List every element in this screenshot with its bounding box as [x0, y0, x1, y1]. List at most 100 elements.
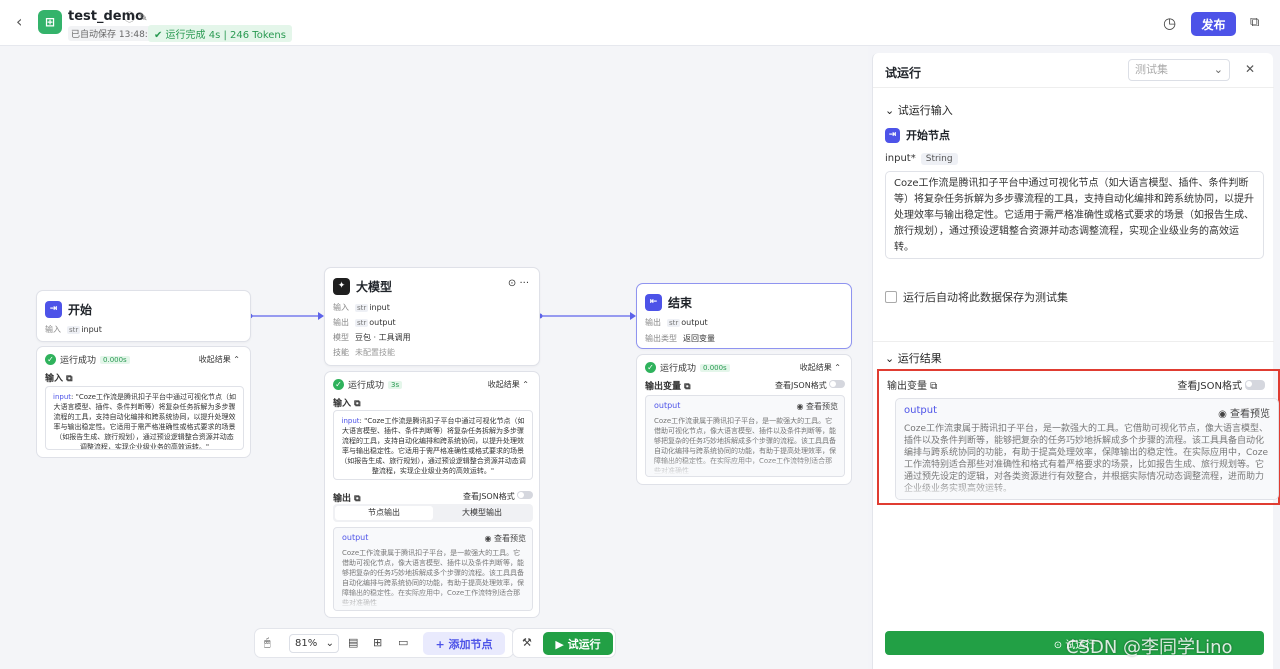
output-name: output: [654, 401, 681, 410]
minimap-icon[interactable]: ▭: [398, 636, 408, 649]
fade-overlay: [896, 481, 1278, 499]
canvas-toolbar: 🖱 81% ⌄ ▤ ⊞ ▭ + 添加节点: [254, 628, 514, 658]
test-run-button[interactable]: ▶ 试运行: [543, 632, 613, 655]
debug-icon[interactable]: ⚒: [522, 636, 532, 649]
checkbox[interactable]: [885, 291, 897, 303]
output-name: output: [342, 533, 369, 542]
input-label: 输入 ⧉: [333, 399, 361, 409]
start-result-card: ✓ 运行成功 0.000s 收起结果 ⌃ 输入 ⧉ input: "Coze工作流是…: [36, 346, 251, 458]
type-tag: str: [355, 319, 369, 327]
success-icon: ✓: [45, 354, 56, 365]
llm-result-card: ✓ 运行成功 3s 收起结果 ⌃ 输入 ⧉ input: "Coze工作流是腾讯扣子…: [324, 371, 540, 618]
divider: [873, 87, 1274, 88]
json-toggle[interactable]: [1245, 380, 1265, 390]
time-tag: 0.000s: [100, 355, 130, 364]
start-node-title: 开始: [68, 302, 93, 317]
json-toggle-label: 查看JSON格式: [463, 492, 515, 501]
grid-icon[interactable]: ⊞: [373, 636, 382, 649]
zoom-select[interactable]: 81% ⌄: [289, 634, 339, 653]
workflow-canvas[interactable]: ⇥ 开始 输入 str input ✓ 运行成功 0.000s 收起结果 ⌃ 输入 ⧉ i…: [0, 46, 868, 669]
run-toolbar: ⚒ ▶ 试运行: [512, 628, 616, 658]
history-icon[interactable]: ◷: [1163, 14, 1176, 32]
success-icon: ✓: [333, 379, 344, 390]
divider: [873, 341, 1274, 342]
run-status: 运行成功: [660, 364, 697, 374]
type-tag: str: [355, 304, 369, 312]
collapse-result-button[interactable]: 收起结果 ⌃: [199, 354, 240, 365]
input-value: : "Coze工作流是腾讯扣子平台中通过可视化节点（如大语言模型、插件、条件判断…: [340, 417, 526, 475]
preview-button[interactable]: ◉ 查看预览: [484, 533, 526, 544]
highlighted-result: 输出变量 ⧉ 查看JSON格式 output ◉ 查看预览 Coze工作流隶属于…: [877, 369, 1280, 505]
start-input-label: 输入: [45, 325, 61, 334]
preview-button[interactable]: ◉ 查看预览: [1218, 405, 1270, 420]
watermark: CSDN @李同学Lino: [1066, 637, 1233, 658]
end-node[interactable]: ⇤ 结束 输出 str output 输出类型 返回变量: [636, 283, 852, 349]
close-icon[interactable]: ✕: [1245, 62, 1255, 76]
end-output-label: 输出: [645, 318, 661, 327]
input-value: : "Coze工作流是腾讯扣子平台中通过可视化节点（如大语言模型、插件、条件判断…: [53, 393, 236, 450]
run-status: 运行成功: [60, 356, 97, 366]
end-type-label: 输出类型: [645, 334, 677, 343]
collapse-result-button[interactable]: 收起结果 ⌃: [488, 379, 529, 390]
start-node[interactable]: ⇥ 开始 输入 str input: [36, 290, 251, 342]
time-tag: 0.000s: [700, 363, 730, 372]
copy-icon[interactable]: ⧉: [1250, 15, 1259, 30]
select-placeholder: 测试集: [1135, 63, 1168, 76]
type-tag: String: [920, 153, 958, 165]
run-status: 运行成功: [348, 381, 385, 391]
input-section-toggle[interactable]: ⌄ 试运行输入: [885, 102, 953, 118]
type-tag: str: [67, 326, 81, 334]
workflow-app-icon: ⊞: [38, 10, 62, 34]
llm-output-box: output ◉ 查看预览 Coze工作流隶属于腾讯扣子平台，是一款强大的工具。…: [333, 527, 533, 611]
comment-icon[interactable]: ▤: [348, 636, 358, 649]
publish-button[interactable]: 发布: [1191, 12, 1236, 36]
tab-model-output[interactable]: 大模型输出: [433, 506, 531, 520]
collapse-result-button[interactable]: 收起结果 ⌃: [800, 362, 841, 373]
input-key: input: [341, 417, 360, 425]
llm-input-name: input: [369, 303, 390, 312]
test-run-panel: 试运行 测试集 ⌄ ✕ ⌄ 试运行输入 ⇥ 开始节点 input* String Co…: [872, 53, 1280, 669]
llm-node-title: 大模型: [356, 279, 393, 294]
start-node-title: 开始节点: [906, 129, 950, 142]
run-status-badge: ✔ 运行完成 4s | 246 Tokens: [148, 25, 292, 42]
time-tag: 3s: [388, 380, 403, 389]
input-field-label: input* String: [885, 153, 958, 165]
llm-node-icon: ✦: [333, 277, 350, 295]
checkbox-label: 运行后自动将此数据保存为测试集: [903, 291, 1068, 304]
json-toggle-label: 查看JSON格式: [1177, 381, 1242, 392]
end-output-box: output ◉ 查看预览 Coze工作流隶属于腾讯扣子平台，是一款强大的工具。…: [645, 395, 845, 477]
llm-output-name: output: [369, 318, 396, 327]
input-name: input*: [885, 153, 916, 164]
node-actions-icon[interactable]: ⊙ ···: [508, 278, 529, 289]
result-section-toggle[interactable]: ⌄ 运行结果: [885, 350, 942, 366]
llm-node[interactable]: ✦ 大模型 ⊙ ··· 输入 str input 输出 str output 模型 豆包 ·…: [324, 267, 540, 366]
mouse-mode-icon[interactable]: 🖱: [264, 636, 271, 650]
zoom-value: 81%: [295, 638, 318, 649]
end-node-title: 结束: [668, 295, 693, 310]
back-icon[interactable]: ‹: [16, 12, 22, 31]
json-toggle[interactable]: [829, 380, 845, 388]
llm-output-label: 输出: [333, 318, 349, 327]
save-testset-checkbox[interactable]: 运行后自动将此数据保存为测试集: [885, 289, 1068, 305]
json-toggle-label: 查看JSON格式: [775, 381, 827, 390]
llm-skill-value: 未配置技能: [355, 348, 395, 357]
llm-model-value: 豆包 · 工具调用: [355, 333, 411, 342]
start-node-header: ⇥ 开始节点: [885, 127, 950, 143]
test-set-select[interactable]: 测试集 ⌄: [1128, 59, 1230, 81]
chevron-down-icon: ⌄: [325, 638, 334, 649]
llm-model-label: 模型: [333, 333, 349, 342]
end-output-name: output: [681, 318, 708, 327]
start-input-text: input: "Coze工作流是腾讯扣子平台中通过可视化节点（如大语言模型、插件…: [45, 386, 244, 450]
output-variable-label: 输出变量 ⧉: [887, 381, 938, 392]
preview-button[interactable]: ◉ 查看预览: [796, 401, 838, 412]
json-toggle[interactable]: [517, 491, 533, 499]
tab-node-output[interactable]: 节点输出: [335, 506, 433, 520]
input-key: input: [53, 393, 72, 401]
llm-skill-label: 技能: [333, 348, 349, 357]
info-edit-icons[interactable]: ⓘ ✎: [124, 9, 148, 25]
output-name: output: [904, 405, 937, 416]
add-node-button[interactable]: + 添加节点: [423, 632, 505, 655]
llm-input-text: input: "Coze工作流是腾讯扣子平台中通过可视化节点（如大语言模型、插件…: [333, 410, 533, 480]
output-tabs: 节点输出 大模型输出: [333, 504, 533, 522]
input-textarea[interactable]: Coze工作流是腾讯扣子平台中通过可视化节点（如大语言模型、插件、条件判断等）将…: [885, 171, 1264, 259]
